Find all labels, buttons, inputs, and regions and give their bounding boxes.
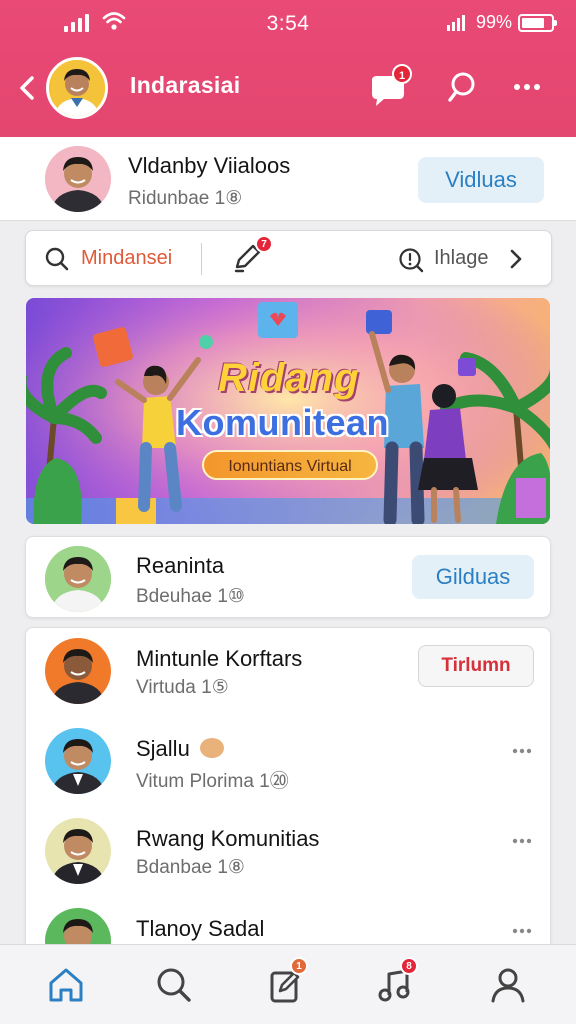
avatar[interactable] xyxy=(45,818,111,884)
profile-action-button[interactable]: Vidluas xyxy=(418,157,544,203)
chat-button[interactable]: 1 xyxy=(368,64,412,108)
bottom-nav: 1 8 xyxy=(0,944,576,1024)
battery-icon xyxy=(518,13,557,32)
edit-badge: 7 xyxy=(255,235,273,253)
more-icon[interactable] xyxy=(512,82,542,92)
chevron-right-icon[interactable] xyxy=(508,247,524,271)
header-title: Indarasiai xyxy=(130,72,241,98)
list-item[interactable]: Reaninta Bdeuhae 1⑩ Gilduas xyxy=(25,536,551,618)
home-icon xyxy=(49,968,83,1002)
item-name: Mintunle Korftars xyxy=(136,646,303,671)
list-item[interactable]: Rwang Komunitias Bdanbae 1⑧ xyxy=(26,808,550,900)
image-search-icon xyxy=(399,248,424,273)
profile-card[interactable]: Vldanby Viialoos Ridunbae 1⑧ Vidluas xyxy=(0,137,576,221)
community-banner[interactable]: Ridang Komunitean Ionuntians Virtual xyxy=(26,298,550,524)
battery-fill xyxy=(522,17,545,28)
item-action-button[interactable]: Tirlumn xyxy=(418,645,534,687)
search-label[interactable]: Mindansei xyxy=(81,247,172,270)
search-icon[interactable] xyxy=(446,70,480,104)
header-avatar[interactable] xyxy=(46,57,108,119)
item-name: Rwang Komunitias xyxy=(136,826,320,851)
divider xyxy=(201,243,202,275)
nav-home[interactable] xyxy=(44,963,88,1007)
item-action-button[interactable]: Gilduas xyxy=(412,555,534,599)
profile-name: Vldanby Viialoos xyxy=(128,153,291,178)
item-name: Sjallu xyxy=(136,736,224,762)
status-bar: 3:54 99% xyxy=(0,0,576,48)
item-subtitle: Virtuda 1⑤ xyxy=(136,677,229,698)
cellular-icon xyxy=(446,14,465,31)
more-icon[interactable] xyxy=(512,838,532,844)
banner-subtitle-pill: Ionuntians Virtual xyxy=(202,450,378,480)
avatar[interactable] xyxy=(45,638,111,704)
item-subtitle: Vitum Plorima 1⑳ xyxy=(136,771,289,792)
top-bar: Indarasiai 1 xyxy=(0,52,576,122)
search-bar[interactable]: Mindansei 7 Ihlage xyxy=(25,230,552,286)
list-item[interactable]: Mintunle Korftars Virtuda 1⑤ Tirlumn xyxy=(26,628,550,720)
nav-compose[interactable]: 1 xyxy=(264,957,308,1007)
nav-search[interactable] xyxy=(152,963,196,1007)
more-icon[interactable] xyxy=(512,748,532,754)
battery-percent: 99% xyxy=(475,12,512,32)
back-chevron-icon[interactable] xyxy=(14,72,42,104)
avatar[interactable] xyxy=(45,728,111,794)
search-icon xyxy=(45,247,69,271)
item-name: Reaninta xyxy=(136,553,225,578)
edit-button[interactable]: 7 xyxy=(231,235,273,277)
chat-badge: 1 xyxy=(392,64,412,84)
banner-title-line2: Komunitean xyxy=(176,402,390,443)
emoji-icon xyxy=(199,738,224,758)
music-badge: 8 xyxy=(400,957,418,975)
profile-avatar[interactable] xyxy=(45,146,111,212)
nav-profile[interactable] xyxy=(486,963,530,1007)
nav-music[interactable]: 8 xyxy=(374,957,418,1007)
app-header: 3:54 99% Indarasiai 1 xyxy=(0,0,576,137)
profile-icon xyxy=(491,968,525,1003)
banner-title-line1: Ridang xyxy=(218,356,360,400)
compose-badge: 1 xyxy=(290,957,308,975)
item-name: Tlanoy Sadal xyxy=(136,916,265,941)
profile-subtitle: Ridunbae 1⑧ xyxy=(128,188,243,209)
list-item[interactable]: Sjallu Vitum Plorima 1⑳ xyxy=(26,718,550,810)
item-subtitle: Bdanbae 1⑧ xyxy=(136,857,245,878)
item-subtitle: Bdeuhae 1⑩ xyxy=(136,586,245,607)
avatar[interactable] xyxy=(45,546,111,612)
search-icon xyxy=(157,968,191,1002)
member-list: Mintunle Korftars Virtuda 1⑤ Tirlumn Sja… xyxy=(25,627,551,957)
image-label[interactable]: Ihlage xyxy=(434,247,489,270)
more-icon[interactable] xyxy=(512,928,532,934)
